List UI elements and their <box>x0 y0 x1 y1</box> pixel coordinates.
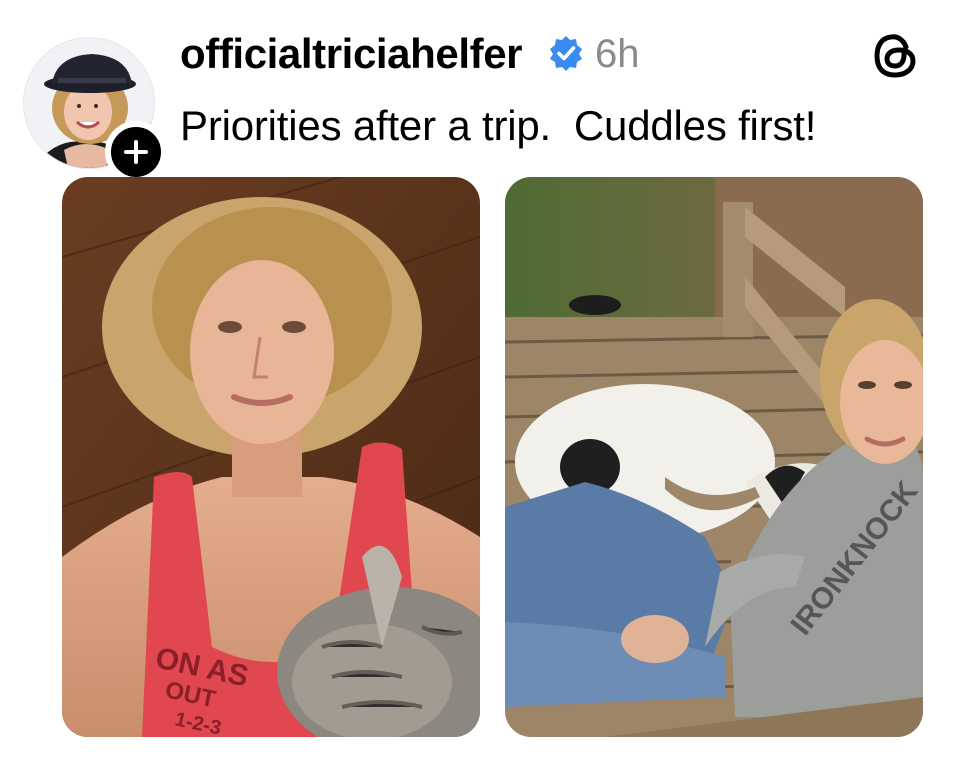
post-timestamp: 6h <box>595 32 640 76</box>
verified-badge-icon <box>550 36 582 71</box>
username[interactable]: officialtriciahelfer <box>180 26 523 82</box>
plus-icon <box>124 140 148 164</box>
photo-woman-with-goat: IRONKNOCK <box>505 177 923 737</box>
photo-woman-with-cat: ON AS OUT 1-2-3 <box>62 177 480 737</box>
post-photo-2[interactable]: IRONKNOCK <box>505 177 923 737</box>
post-photo-1[interactable]: ON AS OUT 1-2-3 <box>62 177 480 737</box>
post-caption: Priorities after a trip. Cuddles first! <box>180 102 817 149</box>
follow-button[interactable] <box>105 121 167 183</box>
threads-logo-icon[interactable] <box>868 28 924 84</box>
